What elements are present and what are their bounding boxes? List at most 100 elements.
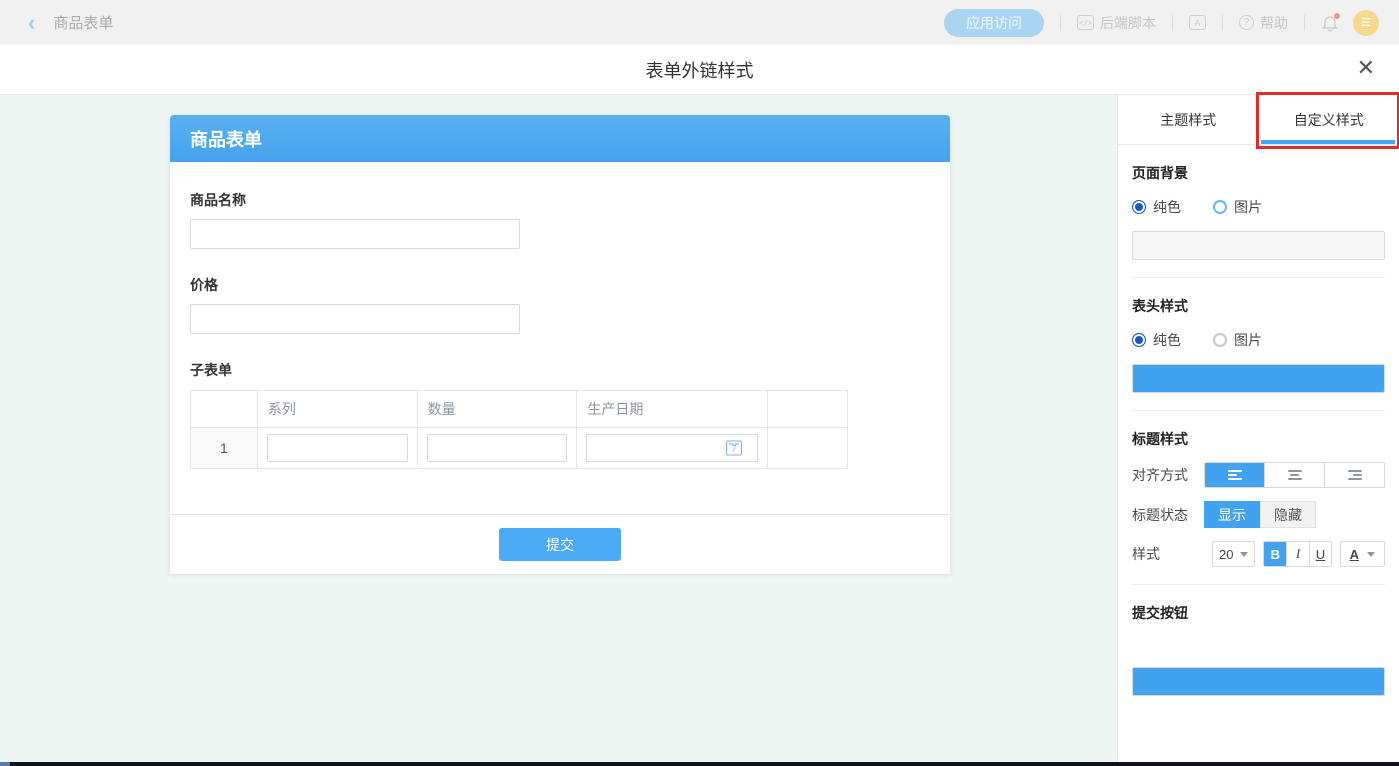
radio-image[interactable]: 图片 [1213, 197, 1262, 217]
back-icon[interactable]: ‹ [28, 12, 35, 34]
price-input[interactable] [190, 304, 520, 334]
radio-solid-color[interactable]: 纯色 [1132, 197, 1181, 217]
align-center-icon [1288, 470, 1302, 480]
section-title-title-style: 标题样式 [1132, 429, 1385, 449]
date-cell: 7 [577, 428, 768, 469]
topbar: ‹ 商品表单 应用访问 </> 后端脚本 A ? 帮助 [0, 0, 1399, 45]
header-color-swatch[interactable] [1132, 364, 1385, 393]
form-header-title: 商品表单 [190, 126, 262, 152]
field-label: 价格 [190, 275, 930, 295]
font-style-label: 样式 [1132, 544, 1204, 564]
page-background-color-swatch[interactable] [1132, 231, 1385, 260]
sidebar-tabs: 主题样式 自定义样式 [1118, 95, 1399, 145]
radio-image[interactable]: 图片 [1213, 330, 1262, 350]
product-name-input[interactable] [190, 219, 520, 249]
radio-selected-icon [1132, 333, 1146, 347]
radio-unselected-icon [1213, 333, 1227, 347]
radio-solid-color[interactable]: 纯色 [1132, 330, 1181, 350]
bottom-edge-accent [0, 762, 10, 766]
align-left-icon [1228, 470, 1242, 480]
help-label: 帮助 [1260, 13, 1288, 33]
caret-down-icon [1240, 552, 1248, 557]
series-cell [257, 428, 417, 469]
avatar[interactable]: ☰ [1353, 10, 1379, 36]
form-preview-area: 商品表单 商品名称 价格 子表单 [0, 95, 1117, 762]
column-header-date: 生产日期 [577, 391, 768, 428]
field-product-name: 商品名称 [190, 190, 930, 249]
submit-button[interactable]: 提交 [499, 528, 621, 561]
tab-custom-style[interactable]: 自定义样式 [1259, 95, 1399, 144]
row-number: 1 [191, 428, 258, 469]
topbar-divider [1304, 15, 1305, 31]
quantity-input[interactable] [427, 434, 568, 462]
submit-button-color-swatch[interactable] [1132, 667, 1385, 696]
close-icon[interactable]: ✕ [1357, 57, 1375, 79]
sidebar-sections: 页面背景 纯色 图片 表头样式 [1118, 163, 1399, 696]
code-icon: </> [1077, 15, 1094, 30]
calendar-icon[interactable]: 7 [726, 441, 742, 456]
topbar-divider [1172, 15, 1173, 31]
tab-theme-style[interactable]: 主题样式 [1118, 95, 1259, 144]
empty-cell [768, 428, 848, 469]
font-color-button[interactable]: A [1340, 541, 1385, 567]
header-style-type-radios: 纯色 图片 [1132, 330, 1385, 350]
modal-body: 商品表单 商品名称 价格 子表单 [0, 95, 1399, 762]
underline-button[interactable]: U [1309, 542, 1331, 566]
help-icon: ? [1239, 15, 1254, 30]
font-size-select[interactable]: 20 [1212, 541, 1255, 567]
app-access-button[interactable]: 应用访问 [944, 9, 1044, 37]
section-divider [1132, 410, 1385, 411]
column-header-series: 系列 [257, 391, 417, 428]
alignment-button-group [1204, 462, 1385, 488]
extension-icon: A [1189, 15, 1206, 30]
title-state-button-group: 显示 隐藏 [1204, 501, 1316, 528]
align-right-button[interactable] [1324, 463, 1384, 487]
modal-titlebar: 表单外链样式 ✕ [0, 45, 1399, 95]
topbar-divider [1222, 15, 1223, 31]
align-left-button[interactable] [1205, 463, 1264, 487]
help-button[interactable]: ? 帮助 [1239, 13, 1288, 33]
radio-label: 纯色 [1153, 330, 1181, 350]
form-body: 商品名称 价格 子表单 系列 [170, 162, 950, 469]
column-header-quantity: 数量 [417, 391, 577, 428]
style-sidebar: 主题样式 自定义样式 页面背景 纯色 图片 [1117, 95, 1399, 762]
backend-script-button[interactable]: </> 后端脚本 [1077, 13, 1156, 33]
text-format-button-group: B I U [1263, 541, 1332, 567]
show-title-button[interactable]: 显示 [1204, 501, 1260, 528]
topbar-form-title: 商品表单 [53, 12, 113, 33]
notification-badge [1334, 13, 1340, 19]
font-style-row: 样式 20 B I U A [1132, 541, 1385, 567]
align-right-icon [1348, 470, 1362, 480]
window-bottom-edge [0, 762, 1399, 766]
notification-bell-icon[interactable] [1321, 14, 1339, 32]
column-header [768, 391, 848, 428]
section-title-submit-button: 提交按钮 [1132, 603, 1385, 623]
radio-unselected-icon [1213, 200, 1227, 214]
subform-row: 1 [191, 428, 848, 469]
radio-label: 图片 [1234, 197, 1262, 217]
italic-button[interactable]: I [1286, 542, 1308, 566]
extension-button[interactable]: A [1189, 15, 1206, 30]
hide-title-button[interactable]: 隐藏 [1260, 501, 1316, 528]
title-state-row: 标题状态 显示 隐藏 [1132, 501, 1385, 528]
radio-selected-icon [1132, 200, 1146, 214]
section-title-page-background: 页面背景 [1132, 163, 1385, 183]
section-title-header-style: 表头样式 [1132, 296, 1385, 316]
modal-title: 表单外链样式 [646, 57, 754, 83]
align-center-button[interactable] [1264, 463, 1324, 487]
bold-button[interactable]: B [1264, 542, 1286, 566]
series-input[interactable] [267, 434, 408, 462]
font-size-value: 20 [1219, 547, 1233, 562]
subform-label: 子表单 [190, 360, 930, 380]
topbar-actions: 应用访问 </> 后端脚本 A ? 帮助 [944, 9, 1379, 37]
font-color-icon: A [1350, 547, 1359, 562]
page-background-type-radios: 纯色 图片 [1132, 197, 1385, 217]
quantity-cell [417, 428, 577, 469]
radio-label: 纯色 [1153, 197, 1181, 217]
form-header: 商品表单 [170, 115, 950, 162]
form-preview-card: 商品表单 商品名称 价格 子表单 [170, 115, 950, 574]
column-header [191, 391, 258, 428]
section-divider [1132, 584, 1385, 585]
field-label: 商品名称 [190, 190, 930, 210]
field-price: 价格 [190, 275, 930, 334]
